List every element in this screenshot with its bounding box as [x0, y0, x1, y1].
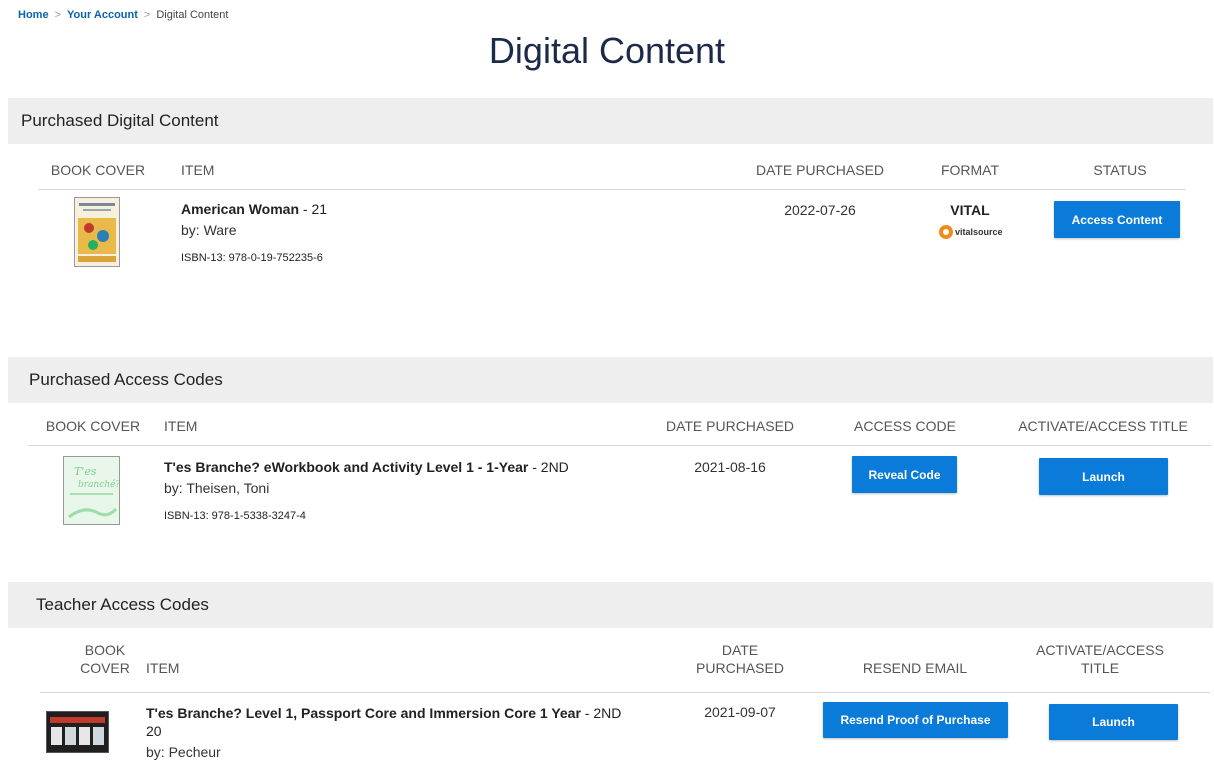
col-header-status: STATUS — [1093, 162, 1147, 178]
col-header-format: FORMAT — [940, 162, 1000, 178]
col-header-book-cover: BOOK COVER — [45, 418, 141, 434]
breadcrumb-current: Digital Content — [156, 9, 229, 21]
item-edition: - 21 — [299, 201, 328, 217]
item-title-name: T'es Branche? Level 1, Passport Core and… — [146, 705, 581, 721]
book-cover-image[interactable] — [46, 711, 109, 753]
item-author: by: Theisen, Toni — [164, 480, 270, 496]
resend-proof-of-purchase-button[interactable]: Resend Proof of Purchase — [823, 702, 1008, 738]
breadcrumb-account-link[interactable]: Your Account — [67, 9, 138, 21]
svg-text:T'es: T'es — [74, 465, 97, 478]
item-title[interactable]: T'es Branche? Level 1, Passport Core and… — [146, 704, 621, 740]
item-title[interactable]: T'es Branche? eWorkbook and Activity Lev… — [164, 459, 569, 475]
item-author: by: Pecheur — [146, 744, 221, 760]
date-purchased: 2022-07-26 — [784, 202, 856, 218]
col-header-activate-access-title: ACTIVATE/ACCESS TITLE — [1018, 418, 1188, 434]
reveal-code-button[interactable]: Reveal Code — [852, 456, 957, 493]
vitalsource-wordmark: vitalsource — [955, 227, 1003, 237]
col-header-date-purchased: DATE PURCHASED — [680, 641, 800, 677]
breadcrumb-separator: > — [54, 9, 61, 21]
col-header-book-cover: BOOK COVER — [65, 641, 145, 677]
section-heading-purchased-codes: Purchased Access Codes — [8, 357, 1213, 403]
item-isbn: ISBN-13: 978-1-5338-3247-4 — [164, 510, 306, 522]
col-header-date-line1: DATE — [721, 642, 759, 658]
book-cover-image[interactable] — [74, 197, 120, 267]
book-cover-art — [47, 712, 108, 752]
breadcrumb-home-link[interactable]: Home — [18, 9, 49, 21]
col-header-resend-email: RESEND EMAIL — [862, 660, 968, 676]
item-title[interactable]: American Woman - 21 — [181, 201, 327, 217]
col-header-date-purchased: DATE PURCHASED — [665, 418, 795, 434]
book-cover-art — [75, 198, 119, 266]
vitalsource-logo: vitalsource — [939, 225, 1003, 239]
item-title-name: American Woman — [181, 201, 299, 217]
col-header-activate-access-title: ACTIVATE/ACCESS TITLE — [1020, 641, 1180, 677]
col-header-book-cover: BOOK COVER — [50, 162, 146, 178]
launch-button[interactable]: Launch — [1039, 458, 1168, 495]
col-header-book-cover-line2: COVER — [80, 660, 130, 676]
item-edition: - 2ND — [528, 459, 569, 475]
launch-button[interactable]: Launch — [1049, 704, 1178, 740]
svg-text:branché?: branché? — [78, 479, 119, 490]
section-heading-teacher-codes: Teacher Access Codes — [8, 582, 1213, 628]
col-header-item: ITEM — [181, 162, 215, 178]
col-header-activate-line2: TITLE — [1080, 660, 1120, 676]
col-header-activate-line1: ACTIVATE/ACCESS — [1036, 642, 1164, 658]
col-header-book-cover-line1: BOOK — [84, 642, 126, 658]
page-title: Digital Content — [488, 30, 726, 71]
col-header-date-line2: PURCHASED — [696, 660, 784, 676]
date-purchased: 2021-09-07 — [704, 704, 776, 720]
col-header-date-purchased: DATE PURCHASED — [755, 162, 885, 178]
table-divider — [40, 692, 1210, 693]
breadcrumb-separator: > — [143, 9, 151, 21]
vitalsource-icon — [939, 225, 953, 239]
col-header-item: ITEM — [146, 660, 180, 676]
section-heading-purchased-digital: Purchased Digital Content — [8, 98, 1213, 144]
format-label: VITAL — [950, 202, 990, 218]
item-edition-continued: 20 — [146, 723, 162, 739]
item-edition: - 2ND — [580, 705, 622, 721]
date-purchased: 2021-08-16 — [694, 459, 766, 475]
col-header-access-code: ACCESS CODE — [854, 418, 956, 434]
table-divider — [28, 445, 1211, 446]
book-cover-image[interactable]: T'es branché? — [63, 456, 120, 525]
book-cover-art: T'es branché? — [64, 457, 119, 524]
item-isbn: ISBN-13: 978-0-19-752235-6 — [181, 252, 323, 264]
access-content-button[interactable]: Access Content — [1054, 201, 1180, 238]
item-author: by: Ware — [181, 222, 237, 238]
table-divider — [38, 189, 1186, 190]
col-header-item: ITEM — [164, 418, 198, 434]
item-title-name: T'es Branche? eWorkbook and Activity Lev… — [164, 459, 529, 475]
breadcrumb: Home > Your Account > Digital Content — [18, 9, 228, 21]
